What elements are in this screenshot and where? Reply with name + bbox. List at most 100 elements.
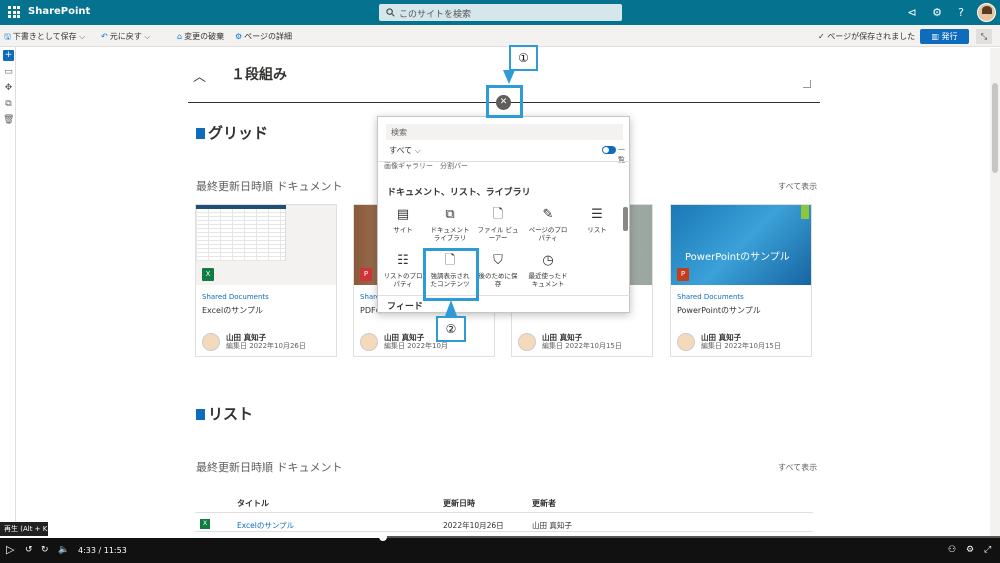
pdf-file-icon: P: [360, 268, 372, 281]
help-icon[interactable]: ?: [953, 5, 969, 21]
picker-item-cut[interactable]: 分割バー: [440, 161, 468, 171]
captions-icon[interactable]: ⚇: [948, 545, 956, 555]
delete-icon[interactable]: 🗑: [3, 115, 14, 126]
publish-button[interactable]: ▥ 発行: [920, 29, 969, 44]
discard-changes-button[interactable]: ⌂ 変更の破棄: [177, 31, 224, 42]
fullscreen-icon[interactable]: ⤢: [984, 545, 991, 555]
list-heading: リスト: [196, 403, 253, 424]
picker-item-label: ページのプロパティ: [528, 226, 568, 242]
search-placeholder: このサイトを検索: [399, 10, 472, 20]
callout-number: ②: [436, 316, 466, 342]
thumb-accent: [801, 205, 809, 219]
discard-icon: ⌂: [177, 32, 183, 41]
undo-icon: ↶: [101, 32, 108, 41]
add-icon[interactable]: +: [3, 50, 14, 61]
picker-filter-label: すべて: [389, 146, 413, 155]
settings-icon[interactable]: ⚙: [929, 5, 945, 21]
author-avatar: [202, 333, 220, 351]
card-library: Shared Documents: [677, 293, 744, 301]
callout-frame: [486, 85, 523, 118]
card-library: Shared Documents: [202, 293, 269, 301]
comment-icon[interactable]: ▭: [3, 67, 14, 78]
picker-item-label: 最近使ったドキュメント: [528, 272, 568, 288]
undo-label: 元に戻す: [109, 32, 142, 41]
picker-scrollbar-thumb[interactable]: [623, 207, 628, 231]
file-viewer-icon: 🗋: [492, 207, 504, 222]
column-header-modified[interactable]: 更新日時: [443, 498, 475, 509]
column-header-title[interactable]: タイトル: [237, 498, 269, 509]
list-see-all-link[interactable]: すべて表示: [778, 462, 817, 473]
picker-item-file-viewer[interactable]: 🗋 ファイル ビューアー: [476, 206, 520, 248]
collapse-icon[interactable]: ⤡: [976, 29, 992, 44]
list-icon: ☰: [591, 207, 603, 222]
picker-item-document-library[interactable]: ⧉ ドキュメント ライブラリ: [428, 206, 472, 248]
playback-time: 4:33 / 11:53: [78, 546, 127, 555]
card-thumbnail: [196, 205, 336, 285]
video-progress-bar[interactable]: [0, 536, 1000, 538]
megaphone-icon[interactable]: ⊲: [904, 5, 920, 21]
picker-item-list-properties[interactable]: ☷ リストのプロパティ: [381, 252, 425, 294]
author-avatar: [360, 333, 378, 351]
page-details-button[interactable]: ⚙ ページの詳細: [235, 31, 292, 42]
undo-button[interactable]: ↶ 元に戻す ⌵: [101, 31, 150, 42]
save-draft-button[interactable]: 🖫 下書きとして保存 ⌵: [4, 31, 85, 45]
picker-item-label: 後のために保存: [478, 272, 518, 288]
section-title[interactable]: １段組み: [231, 64, 287, 84]
search-icon: [386, 8, 395, 17]
play-icon[interactable]: ▷: [6, 543, 14, 556]
heading-marker: [196, 128, 205, 139]
list-properties-icon: ☷: [397, 253, 409, 268]
page-scrollbar[interactable]: [990, 48, 1000, 536]
clock-icon: ◷: [542, 253, 554, 268]
chevron-up-icon[interactable]: ︿: [193, 66, 206, 85]
callout-number: ①: [509, 45, 538, 71]
picker-category: ドキュメント、リスト、ライブラリ: [387, 188, 531, 198]
picker-item-list[interactable]: ☰ リスト: [575, 206, 619, 248]
gear-icon: ⚙: [235, 32, 243, 41]
site-search-box[interactable]: このサイトを検索: [379, 4, 622, 21]
discard-label: 変更の破棄: [184, 32, 225, 41]
forward-icon[interactable]: ↻: [41, 545, 49, 555]
document-card[interactable]: PowerPointのサンプル P Shared Documents Power…: [670, 204, 812, 357]
publish-icon: ▥: [931, 32, 942, 41]
settings-icon[interactable]: ⚙: [966, 545, 974, 555]
bookmark-icon: ⛉: [493, 253, 503, 268]
card-date: 編集日 2022年10月: [384, 342, 448, 350]
author-avatar: [677, 333, 695, 351]
card-title[interactable]: Excelのサンプル: [202, 305, 263, 316]
volume-icon[interactable]: 🔈: [58, 545, 69, 555]
rewind-icon[interactable]: ↺: [25, 545, 33, 555]
duplicate-icon[interactable]: ⧉: [3, 99, 14, 110]
card-title[interactable]: PowerPointのサンプル: [677, 305, 761, 316]
picker-item-label: リスト: [587, 226, 607, 234]
view-toggle[interactable]: [602, 146, 616, 154]
picker-item-saved-for-later[interactable]: ⛉ 後のために保存: [476, 252, 520, 294]
picker-item-site[interactable]: ▤ サイト: [381, 206, 425, 248]
picker-scrollbar[interactable]: [622, 162, 629, 312]
suite-bar: SharePoint このサイトを検索 ⊲ ⚙ ?: [0, 0, 1000, 25]
app-title[interactable]: SharePoint: [28, 6, 90, 17]
user-avatar[interactable]: [977, 3, 996, 22]
waffle-icon[interactable]: [8, 6, 20, 18]
document-card[interactable]: X Shared Documents Excelのサンプル 山田 真知子 編集日…: [195, 204, 337, 357]
video-progress-fill: [0, 536, 383, 538]
picker-divider: [378, 295, 631, 296]
video-progress-knob[interactable]: [379, 533, 387, 541]
scrollbar-thumb[interactable]: [992, 83, 998, 173]
grid-see-all-link[interactable]: すべて表示: [778, 181, 817, 192]
picker-search-input[interactable]: 検索: [386, 124, 623, 140]
picker-item-page-properties[interactable]: ✎ ページのプロパティ: [526, 206, 570, 248]
list-row-modified: 2022年10月26日: [443, 521, 504, 530]
picker-item-cut[interactable]: 画像ギャラリー: [384, 161, 433, 171]
webpart-picker: 検索 すべて ⌵ 一覧 画像ギャラリー 分割バー ドキュメント、リスト、ライブラ…: [377, 116, 631, 313]
check-icon: ✓: [818, 32, 828, 41]
publish-label: 発行: [941, 32, 958, 41]
excel-preview: [196, 205, 286, 261]
list-divider: [195, 512, 813, 513]
move-icon[interactable]: ✥: [3, 83, 14, 94]
column-header-modified-by[interactable]: 更新者: [532, 498, 556, 509]
resize-handle[interactable]: [803, 80, 811, 88]
picker-item-recent-documents[interactable]: ◷ 最近使ったドキュメント: [526, 252, 570, 294]
picker-filter-dropdown[interactable]: すべて ⌵: [389, 145, 421, 156]
list-row-title[interactable]: Excelのサンプル: [237, 520, 294, 531]
